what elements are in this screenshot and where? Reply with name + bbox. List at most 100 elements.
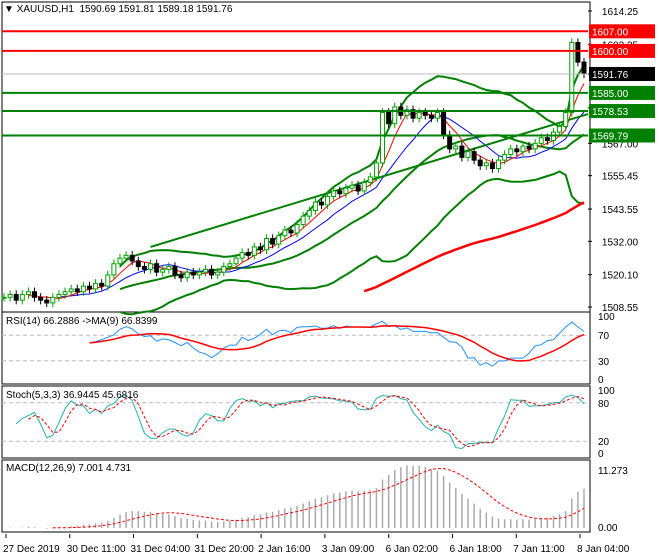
- x-tick-label: 3 Jan 09:00: [322, 544, 375, 555]
- candle-body: [477, 159, 483, 167]
- x-tick-label: 7 Jan 11:00: [513, 544, 565, 555]
- candle-body: [349, 184, 355, 189]
- y-tick-label: 100: [598, 312, 615, 323]
- candle-body: [532, 142, 538, 150]
- candle-body: [367, 176, 373, 184]
- candle-body: [508, 148, 514, 156]
- bollinger-upper: [119, 64, 585, 268]
- level-label: 1578.53: [592, 107, 629, 118]
- candle-body: [502, 154, 508, 161]
- symbol: XAUUSD,H1: [16, 4, 74, 15]
- level-label: 1600.00: [592, 47, 629, 58]
- y-tick-label: 1543.55: [602, 205, 639, 216]
- candle-body: [496, 159, 502, 170]
- candle-body: [196, 271, 202, 276]
- candle-body: [86, 285, 92, 290]
- candle-body: [422, 112, 428, 116]
- candle-body: [557, 126, 563, 133]
- candle-body: [441, 112, 447, 136]
- y-tick-label: 1532.00: [602, 237, 639, 248]
- candle-body: [245, 252, 251, 256]
- candle-body: [569, 42, 575, 114]
- candle-body: [331, 190, 337, 198]
- candle-body: [294, 224, 300, 234]
- stoch-signal-line: [28, 395, 585, 448]
- candle-body: [276, 235, 282, 245]
- candle-body: [135, 260, 141, 268]
- candle-body: [129, 254, 135, 262]
- rsi-title: RSI(14) 66.2886 ->MA(9) 66.8399: [6, 316, 158, 327]
- candle-body: [544, 137, 550, 142]
- chart-canvas[interactable]: 1614.251602.351591.761579.651567.001555.…: [0, 0, 660, 560]
- candle-body: [343, 187, 349, 195]
- candle-body: [526, 145, 532, 150]
- x-tick-label: 6 Jan 02:00: [386, 544, 439, 555]
- x-tick-label: 6 Jan 18:00: [449, 544, 502, 555]
- candle-body: [489, 162, 495, 170]
- candle-body: [38, 296, 44, 301]
- chart-window: 1614.251602.351591.761579.651567.001555.…: [0, 0, 660, 560]
- y-tick-label: 30: [598, 357, 610, 368]
- candle-body: [56, 294, 62, 298]
- candle-body: [386, 112, 392, 125]
- x-tick-label: 27 Dec 2019: [3, 544, 60, 555]
- candle-body: [392, 106, 398, 125]
- y-tick-label: 11.273: [598, 466, 628, 477]
- candle-body: [416, 112, 422, 119]
- candle-body: [178, 274, 184, 279]
- candle-body: [99, 282, 105, 287]
- y-tick-label: 0: [598, 375, 604, 386]
- candle-body: [471, 151, 477, 161]
- candle-body: [325, 196, 331, 206]
- y-tick-label: 1520.10: [602, 271, 639, 282]
- candle-body: [80, 285, 86, 293]
- current-price-label: 1591.76: [592, 70, 629, 81]
- ohlc: 1590.69 1591.81 1589.18 1591.76: [79, 4, 233, 15]
- bollinger-lower: [119, 170, 585, 316]
- candle-body: [19, 294, 25, 301]
- level-label: 1569.79: [592, 132, 629, 143]
- x-tick-label: 30 Dec 11:00: [67, 544, 126, 555]
- candle-body: [373, 162, 379, 178]
- candle-body: [141, 266, 147, 270]
- macd-title: MACD(12,26,9) 7.001 4.731: [6, 463, 132, 474]
- candle-body: [25, 291, 31, 296]
- candle-body: [105, 274, 111, 287]
- candle-body: [123, 254, 129, 259]
- candle-body: [251, 246, 257, 256]
- candle-body: [44, 299, 50, 304]
- candle-body: [288, 229, 294, 234]
- candle-body: [172, 266, 178, 276]
- candle-body: [514, 148, 520, 153]
- candle-body: [520, 145, 526, 153]
- candle-body: [13, 294, 19, 301]
- candle-body: [74, 288, 80, 293]
- x-tick-label: 31 Dec 20:00: [194, 544, 254, 555]
- candle-body: [312, 201, 318, 212]
- candle-body: [361, 182, 367, 192]
- y-tick-label: 80: [598, 399, 610, 410]
- candle-body: [202, 268, 208, 273]
- candle-body: [190, 271, 196, 276]
- candle-body: [428, 114, 434, 119]
- candle-body: [538, 137, 544, 144]
- candle-body: [7, 294, 13, 298]
- x-tick-label: 2 Jan 16:00: [258, 544, 311, 555]
- candle-body: [239, 252, 245, 259]
- candle-body: [300, 215, 306, 226]
- candle-body: [318, 201, 324, 206]
- candle-body: [581, 61, 587, 75]
- y-tick-label: 20: [598, 437, 610, 448]
- candle-body: [563, 112, 569, 128]
- candle-body: [434, 112, 440, 119]
- y-tick-label: 1614.25: [602, 7, 639, 18]
- candle-body: [355, 184, 361, 192]
- y-tick-label: 70: [598, 331, 610, 342]
- candle-body: [1, 296, 7, 299]
- y-tick-label: 0.00: [598, 523, 618, 534]
- candle-body: [62, 291, 68, 296]
- candle-body: [166, 266, 172, 270]
- stoch-title: Stoch(5,3,3) 36.9445 45.6816: [6, 390, 139, 401]
- candle-body: [447, 134, 453, 150]
- candle-body: [32, 291, 38, 298]
